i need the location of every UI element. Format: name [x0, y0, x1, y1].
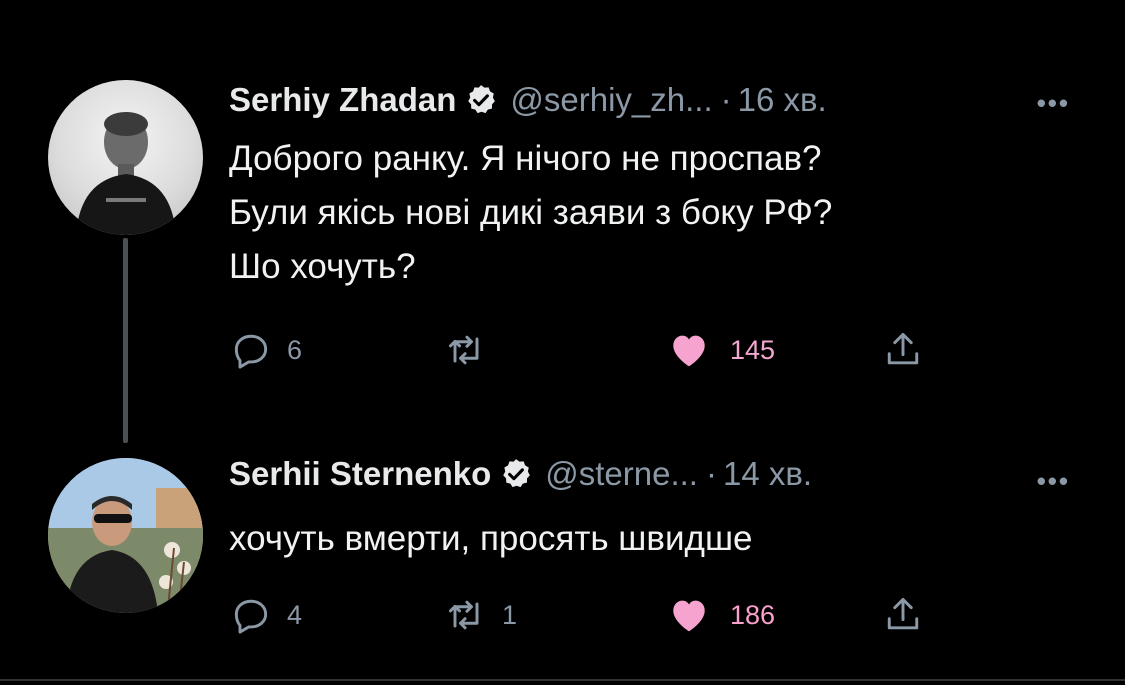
share-icon: [887, 332, 919, 365]
retweet-count: 1: [502, 599, 518, 630]
reply-button[interactable]: 6: [229, 325, 302, 375]
retweet-icon: [448, 335, 479, 365]
reply-icon: [234, 599, 268, 634]
share-button[interactable]: [881, 590, 925, 640]
heart-icon: [673, 335, 705, 367]
tweet-1[interactable]: Serhiy Zhadan @serhiy_zh... · 16 хв. •••…: [0, 0, 1125, 443]
avatar-photo: [48, 458, 203, 613]
verified-badge-icon: [464, 83, 498, 117]
avatar[interactable]: [48, 458, 203, 613]
reply-button[interactable]: 4: [229, 590, 302, 640]
share-icon: [887, 597, 919, 630]
author-name[interactable]: Serhiy Zhadan: [229, 81, 456, 119]
more-icon[interactable]: •••: [1037, 88, 1070, 119]
verified-badge-icon: [499, 457, 533, 491]
retweet-icon: [448, 600, 479, 630]
tweet-header: Serhii Sternenko @sterne... · 14 хв.: [229, 452, 812, 496]
reply-count: 6: [287, 334, 303, 365]
avatar[interactable]: [48, 80, 203, 235]
author-handle[interactable]: @sterne...: [545, 455, 698, 493]
tweet-text-line: хочуть вмерти, просять швидше: [229, 519, 753, 558]
retweet-button[interactable]: [444, 325, 502, 375]
timestamp[interactable]: 16 хв.: [738, 81, 827, 119]
retweet-button[interactable]: 1: [444, 590, 517, 640]
tweet-text-line: Доброго ранку. Я нічого не проспав?: [229, 139, 822, 178]
avatar-photo: [76, 112, 176, 235]
separator: ·: [720, 81, 732, 118]
tweet-text: хочуть вмерти, просять швидше: [229, 512, 1069, 566]
tweet-text-line: Шо хочуть?: [229, 247, 416, 286]
like-count: 145: [730, 334, 776, 365]
separator: ·: [705, 455, 717, 492]
tweet-text: Доброго ранку. Я нічого не проспав? Були…: [229, 132, 1069, 294]
author-name[interactable]: Serhii Sternenko: [229, 455, 491, 493]
like-count: 186: [730, 599, 776, 630]
reply-count: 4: [287, 599, 303, 630]
heart-icon: [673, 600, 705, 632]
tweet-actions: 6 145: [229, 325, 949, 375]
reply-icon: [234, 334, 268, 369]
like-button[interactable]: 186: [666, 590, 775, 640]
tweet-text-line: Були якісь нові дикі заяви з боку РФ?: [229, 193, 833, 232]
thread-line: [123, 238, 128, 443]
author-handle[interactable]: @serhiy_zh...: [510, 81, 712, 119]
tweet-header: Serhiy Zhadan @serhiy_zh... · 16 хв.: [229, 78, 827, 122]
tweet-2[interactable]: Serhii Sternenko @sterne... · 14 хв. •••…: [0, 430, 1125, 685]
like-button[interactable]: 145: [666, 325, 775, 375]
share-button[interactable]: [881, 325, 925, 375]
timestamp[interactable]: 14 хв.: [723, 455, 812, 493]
divider: [0, 679, 1125, 681]
more-icon[interactable]: •••: [1037, 466, 1070, 497]
tweet-actions: 4 1 186: [229, 590, 949, 640]
